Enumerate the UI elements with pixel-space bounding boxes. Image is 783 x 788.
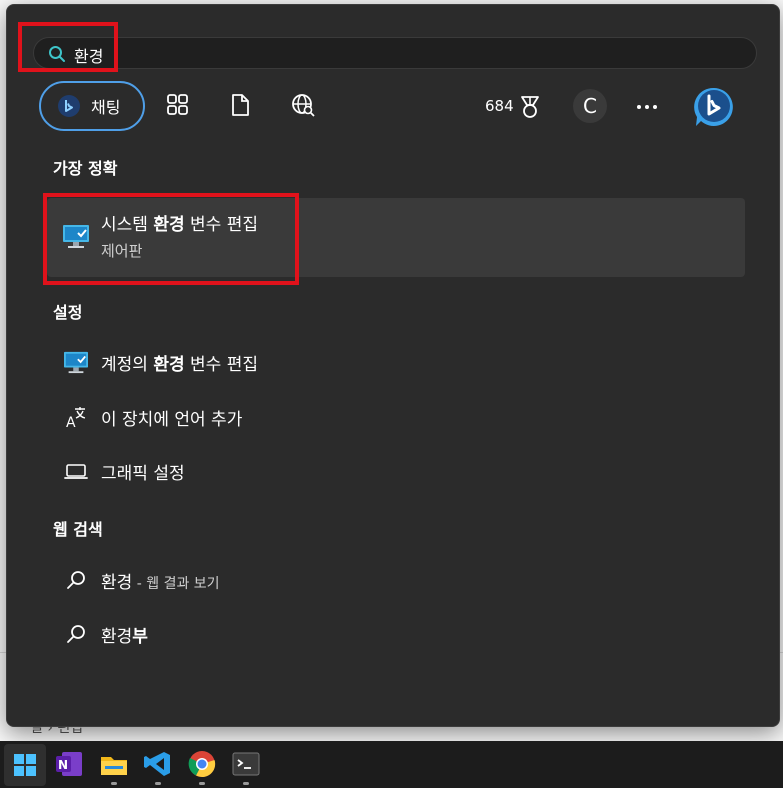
- control-panel-icon: [63, 225, 89, 248]
- chat-button[interactable]: 채팅: [39, 81, 145, 131]
- label-suffix: 변수 편집: [184, 355, 258, 375]
- web-result-label: 환경 - 웹 결과 보기: [101, 568, 220, 593]
- bing-chat-icon: [58, 95, 80, 117]
- search-input[interactable]: 환경: [33, 37, 757, 69]
- web-filter-icon[interactable]: [290, 92, 316, 118]
- best-match-subtitle: 제어판: [101, 242, 143, 260]
- settings-item-label: 계정의 환경 변수 편집: [101, 350, 258, 375]
- onenote-icon[interactable]: N: [54, 749, 84, 779]
- rewards-medal-icon[interactable]: [519, 95, 541, 119]
- best-match-title-keyword: 환경: [153, 215, 185, 235]
- svg-text:N: N: [58, 758, 68, 772]
- file-explorer-icon[interactable]: [99, 749, 129, 779]
- chrome-icon[interactable]: [187, 749, 217, 779]
- account-avatar[interactable]: C: [573, 89, 607, 123]
- label-suffix: - 웹 결과 보기: [132, 576, 220, 592]
- control-panel-icon: [64, 351, 88, 374]
- best-match-title: 시스템 환경 변수 편집: [101, 210, 258, 235]
- running-indicator: [111, 782, 117, 785]
- language-icon: A: [66, 407, 86, 429]
- search-icon: [67, 571, 85, 589]
- taskbar: N: [0, 741, 783, 788]
- windows-logo-icon: [14, 754, 36, 776]
- documents-filter-icon[interactable]: [227, 92, 253, 118]
- vscode-icon[interactable]: [143, 749, 173, 779]
- label-text: 그래픽 설정: [101, 464, 185, 484]
- label-keyword: 부: [132, 627, 148, 647]
- web-result-label: 환경부: [101, 622, 148, 647]
- web-result-2[interactable]: 환경부: [47, 614, 745, 654]
- chat-label: 채팅: [91, 98, 121, 117]
- settings-item-account-env[interactable]: 계정의 환경 변수 편집: [47, 342, 745, 382]
- label-text: 환경: [101, 573, 133, 593]
- best-match-title-suffix: 변수 편집: [184, 215, 258, 235]
- web-search-heading: 웹 검색: [53, 520, 103, 539]
- start-button[interactable]: [4, 744, 46, 786]
- running-indicator: [243, 782, 249, 785]
- label-text: 환경: [101, 627, 133, 647]
- search-panel: 환경 채팅 684 C 가장 정확 시스템 환경 변수 편집 제어판 설정 계정…: [6, 4, 780, 727]
- more-options-icon[interactable]: [635, 97, 659, 117]
- settings-item-graphics[interactable]: 그래픽 설정: [47, 451, 745, 491]
- svg-text:A: A: [66, 415, 76, 429]
- laptop-icon: [64, 464, 88, 479]
- settings-item-label: 이 장치에 언어 추가: [101, 405, 242, 430]
- settings-item-label: 그래픽 설정: [101, 459, 185, 484]
- search-icon: [49, 46, 65, 62]
- terminal-icon[interactable]: [231, 749, 261, 779]
- rewards-points: 684: [485, 97, 514, 115]
- label-text: 이 장치에 언어 추가: [101, 410, 243, 430]
- label-prefix: 계정의: [101, 355, 154, 375]
- settings-heading: 설정: [53, 303, 83, 322]
- bing-copilot-icon[interactable]: [692, 85, 736, 129]
- running-indicator: [155, 782, 161, 785]
- best-match-title-prefix: 시스템: [101, 215, 154, 235]
- settings-item-add-language[interactable]: A 이 장치에 언어 추가: [47, 397, 745, 437]
- best-match-heading: 가장 정확: [53, 159, 118, 178]
- label-keyword: 환경: [153, 355, 185, 375]
- search-query-text: 환경: [74, 47, 104, 66]
- search-icon: [67, 625, 85, 643]
- web-result-1[interactable]: 환경 - 웹 결과 보기: [47, 560, 745, 600]
- apps-filter-icon[interactable]: [165, 92, 191, 118]
- running-indicator: [199, 782, 205, 785]
